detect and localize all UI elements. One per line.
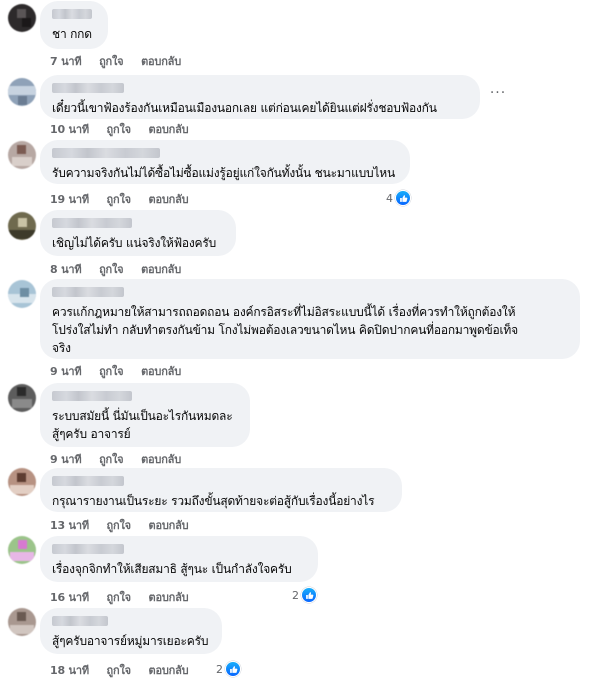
comment-time[interactable]: 13 นาที — [50, 519, 89, 532]
comment-text: เชิญไม่ได้ครับ แน่จริงให้ฟ้องครับ — [52, 236, 217, 250]
comment-item: กรุณารายงานเป็นระยะ รวมถึงขั้นสุดท้ายจะต… — [0, 464, 600, 532]
comment-bubble: เรื่องจุกจิกทำให้เสียสมาธิ สู้ๆนะ เป็นกำ… — [40, 536, 318, 582]
reaction-count[interactable]: 2 — [216, 661, 241, 677]
comment-actions: 18 นาที ถูกใจ ตอบกลับ — [50, 661, 202, 679]
commenter-name[interactable] — [52, 544, 124, 554]
comment-time[interactable]: 19 นาที — [50, 193, 89, 206]
comment-text: ควรแก้กฎหมายให้สามารถถอดถอน องค์กรอิสระท… — [52, 305, 518, 355]
comment-actions: 9 นาที ถูกใจ ตอบกลับ — [50, 362, 195, 380]
comment-time[interactable]: 10 นาที — [50, 123, 89, 136]
comment-item: ชา กกด 7 นาที ถูกใจ ตอบกลับ — [0, 0, 600, 72]
comment-item: เชิญไม่ได้ครับ แน่จริงให้ฟ้องครับ 8 นาที… — [0, 208, 600, 276]
reply-link[interactable]: ตอบกลับ — [141, 263, 181, 276]
comment-text: เดี๋ยวนี้เขาฟ้องร้องกันเหมือนเมืองนอกเลย… — [52, 101, 437, 115]
avatar[interactable] — [8, 280, 36, 308]
avatar[interactable] — [8, 78, 36, 106]
comment-item: เรื่องจุกจิกทำให้เสียสมาธิ สู้ๆนะ เป็นกำ… — [0, 532, 600, 604]
reply-link[interactable]: ตอบกลับ — [149, 123, 189, 136]
comment-time[interactable]: 8 นาที — [50, 263, 82, 276]
commenter-name[interactable] — [52, 83, 124, 93]
more-options-icon[interactable]: ··· — [488, 86, 508, 106]
comment-bubble: สู้ๆครับอาจารย์หมู่มารเยอะครับ — [40, 608, 222, 654]
comment-bubble: เดี๋ยวนี้เขาฟ้องร้องกันเหมือนเมืองนอกเลย… — [40, 75, 480, 119]
reply-link[interactable]: ตอบกลับ — [149, 664, 189, 677]
comment-feed: ชา กกด 7 นาที ถูกใจ ตอบกลับ เดี๋ยวนี้เขา… — [0, 0, 600, 679]
comment-time[interactable]: 9 นาที — [50, 365, 82, 378]
like-link[interactable]: ถูกใจ — [99, 263, 124, 276]
like-icon — [301, 587, 317, 603]
comment-time[interactable]: 18 นาที — [50, 664, 89, 677]
avatar[interactable] — [8, 212, 36, 240]
comment-time[interactable]: 16 นาที — [50, 591, 89, 604]
commenter-name[interactable] — [52, 287, 124, 297]
like-link[interactable]: ถูกใจ — [107, 664, 132, 677]
comment-bubble: กรุณารายงานเป็นระยะ รวมถึงขั้นสุดท้ายจะต… — [40, 468, 402, 512]
comment-bubble: เชิญไม่ได้ครับ แน่จริงให้ฟ้องครับ — [40, 210, 236, 256]
avatar[interactable] — [8, 536, 36, 564]
reply-link[interactable]: ตอบกลับ — [141, 55, 181, 68]
comment-bubble: รับความจริงกันไม่ได้ซื้อไม่ซื้อแม่งรู้อย… — [40, 140, 410, 184]
comment-text: สู้ๆครับอาจารย์หมู่มารเยอะครับ — [52, 634, 209, 648]
avatar[interactable] — [8, 468, 36, 496]
reply-link[interactable]: ตอบกลับ — [149, 519, 189, 532]
avatar[interactable] — [8, 141, 36, 169]
reaction-count[interactable]: 2 — [292, 587, 317, 603]
avatar[interactable] — [8, 4, 36, 32]
reply-link[interactable]: ตอบกลับ — [141, 365, 181, 378]
comment-item: สู้ๆครับอาจารย์หมู่มารเยอะครับ 2 18 นาที… — [0, 604, 600, 679]
comment-bubble: ระบบสมัยนี้ นี่มันเป็นอะไรกันหมดละ สู้ๆค… — [40, 383, 250, 447]
like-link[interactable]: ถูกใจ — [107, 519, 132, 532]
comment-text: รับความจริงกันไม่ได้ซื้อไม่ซื้อแม่งรู้อย… — [52, 166, 395, 180]
comment-item: เดี๋ยวนี้เขาฟ้องร้องกันเหมือนเมืองนอกเลย… — [0, 72, 600, 136]
like-link[interactable]: ถูกใจ — [107, 123, 132, 136]
comment-actions: 19 นาที ถูกใจ ตอบกลับ — [50, 190, 202, 208]
comment-bubble: ควรแก้กฎหมายให้สามารถถอดถอน องค์กรอิสระท… — [40, 279, 580, 359]
comment-text: เรื่องจุกจิกทำให้เสียสมาธิ สู้ๆนะ เป็นกำ… — [52, 562, 292, 576]
like-link[interactable]: ถูกใจ — [107, 193, 132, 206]
like-link[interactable]: ถูกใจ — [99, 365, 124, 378]
reaction-count[interactable]: 4 — [386, 190, 411, 206]
reaction-number: 4 — [386, 191, 393, 205]
avatar[interactable] — [8, 608, 36, 636]
comment-item: รับความจริงกันไม่ได้ซื้อไม่ซื้อแม่งรู้อย… — [0, 136, 600, 208]
comment-actions: 7 นาที ถูกใจ ตอบกลับ — [50, 52, 195, 70]
commenter-name[interactable] — [52, 9, 92, 19]
comment-time[interactable]: 7 นาที — [50, 55, 82, 68]
like-link[interactable]: ถูกใจ — [99, 55, 124, 68]
like-icon — [395, 190, 411, 206]
avatar[interactable] — [8, 384, 36, 412]
commenter-name[interactable] — [52, 616, 108, 626]
reaction-number: 2 — [216, 662, 223, 676]
reply-link[interactable]: ตอบกลับ — [149, 591, 189, 604]
commenter-name[interactable] — [52, 148, 160, 158]
comment-item: ควรแก้กฎหมายให้สามารถถอดถอน องค์กรอิสระท… — [0, 276, 600, 380]
like-link[interactable]: ถูกใจ — [107, 591, 132, 604]
comment-text: กรุณารายงานเป็นระยะ รวมถึงขั้นสุดท้ายจะต… — [52, 494, 375, 508]
comment-text: ระบบสมัยนี้ นี่มันเป็นอะไรกันหมดละ สู้ๆค… — [52, 409, 233, 441]
comment-bubble: ชา กกด — [40, 1, 108, 49]
commenter-name[interactable] — [52, 218, 132, 228]
reply-link[interactable]: ตอบกลับ — [149, 193, 189, 206]
comment-text: ชา กกด — [52, 27, 92, 41]
like-icon — [225, 661, 241, 677]
commenter-name[interactable] — [52, 476, 124, 486]
reaction-number: 2 — [292, 588, 299, 602]
commenter-name[interactable] — [52, 391, 132, 401]
comment-item: ระบบสมัยนี้ นี่มันเป็นอะไรกันหมดละ สู้ๆค… — [0, 380, 600, 466]
